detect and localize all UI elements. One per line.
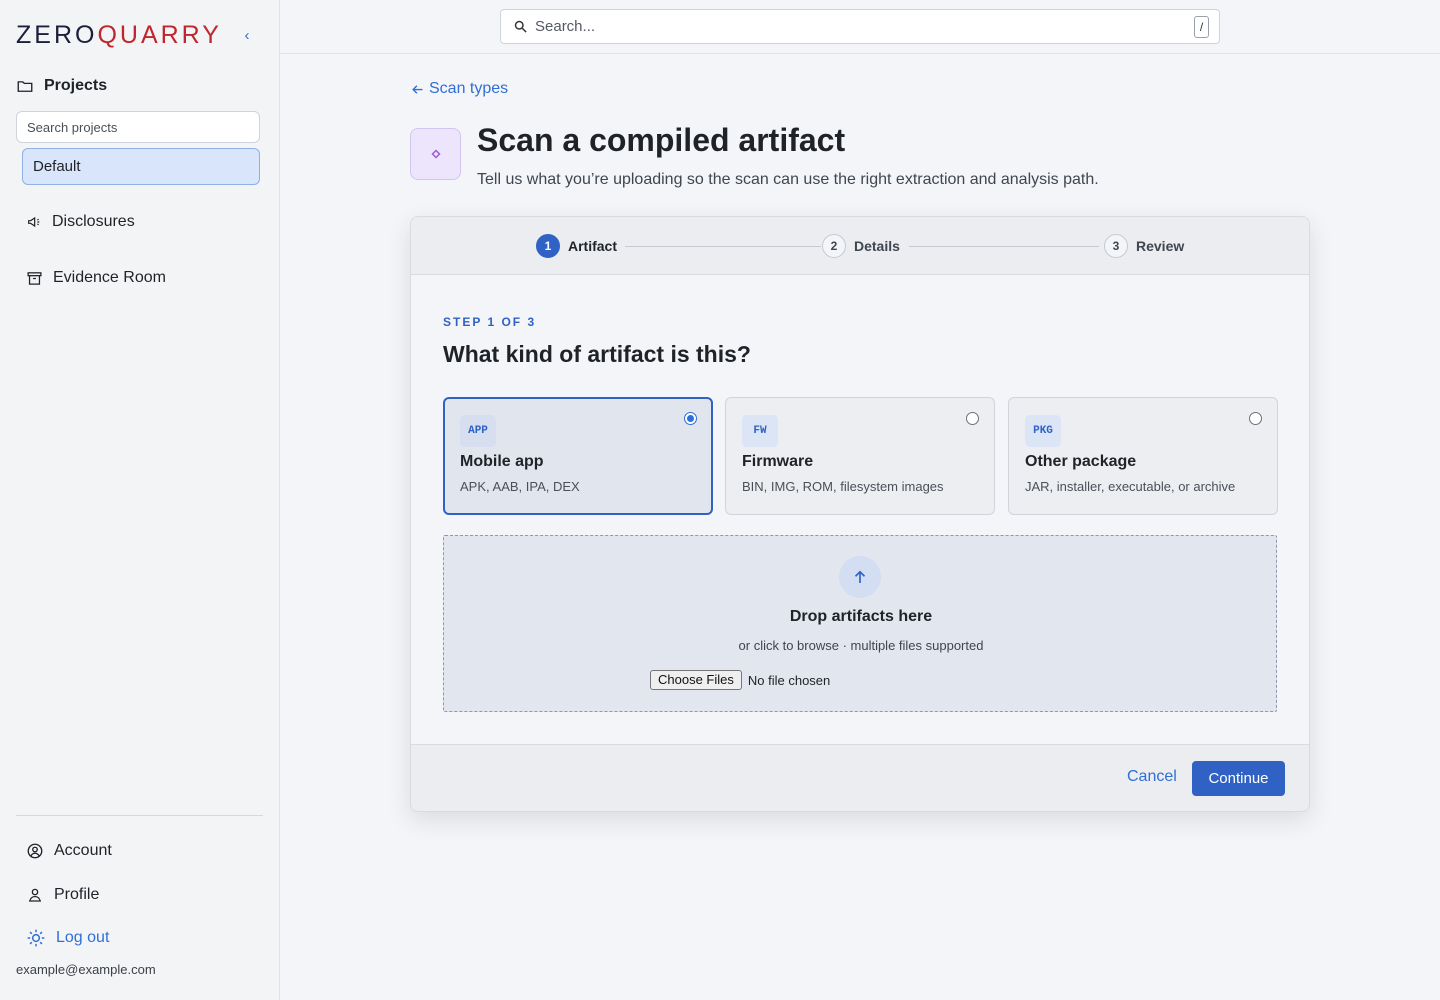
projects-title: Projects (44, 77, 108, 94)
scan-wizard-card: 1 Artifact 2 Details 3 Review STEP 1 OF … (410, 216, 1310, 812)
step-label: Details (854, 238, 900, 254)
dropzone-subtitle: or click to browse · multiple files supp… (738, 638, 984, 653)
archive-icon (27, 271, 42, 285)
topbar: / (280, 0, 1440, 54)
option-radio[interactable] (684, 412, 697, 425)
step-review: 3 Review (1104, 234, 1184, 258)
wizard-footer: Cancel Continue (411, 744, 1309, 811)
upload-icon (839, 556, 881, 598)
sidebar-item-label: Evidence Room (53, 269, 166, 286)
option-description: APK, AAB, IPA, DEX (460, 479, 580, 494)
option-badge: PKG (1025, 415, 1061, 447)
sidebar-item-account[interactable]: Account (26, 842, 112, 860)
step-question: What kind of artifact is this? (443, 341, 751, 367)
project-item-label: Default (33, 158, 81, 175)
stepper: 1 Artifact 2 Details 3 Review (411, 217, 1309, 275)
stepper-connector (625, 246, 821, 247)
stepper-connector (909, 246, 1099, 247)
projects-header: Projects (16, 77, 107, 95)
step-artifact: 1 Artifact (536, 234, 617, 258)
sidebar: ZEROQUARRY ‹ Projects Default Disclosure… (0, 0, 280, 1000)
option-description: JAR, installer, executable, or archive (1025, 479, 1236, 494)
sidebar-item-label: Account (54, 842, 112, 859)
brand-quarry: QUARRY (97, 20, 222, 49)
page-subtitle: Tell us what you’re uploading so the sca… (477, 171, 1099, 188)
cancel-button[interactable]: Cancel (1127, 768, 1177, 786)
arrow-left-icon (412, 84, 423, 94)
user-circle-icon (27, 843, 43, 859)
option-name: Mobile app (460, 453, 544, 470)
back-link-label: Scan types (429, 80, 509, 97)
logout-label: Log out (56, 929, 110, 946)
continue-button[interactable]: Continue (1192, 761, 1285, 796)
brand-zero: ZERO (16, 20, 98, 49)
choose-files-button[interactable]: Choose Files (650, 670, 742, 690)
logout-button[interactable]: Log out (26, 928, 109, 948)
user-icon (28, 888, 42, 902)
back-to-scan-types-link[interactable]: Scan types (410, 80, 508, 98)
file-input: Choose Files No file chosen (650, 670, 830, 690)
step-number: 1 (536, 234, 560, 258)
file-dropzone[interactable]: Drop artifacts here or click to browse ·… (443, 535, 1277, 712)
sidebar-divider (16, 815, 263, 816)
step-number: 2 (822, 234, 846, 258)
option-other-package[interactable]: PKG Other package JAR, installer, execut… (1008, 397, 1278, 515)
sidebar-item-label: Disclosures (52, 213, 135, 230)
step-eyebrow: STEP 1 OF 3 (443, 315, 537, 329)
option-radio[interactable] (1249, 412, 1262, 425)
step-details: 2 Details (822, 234, 900, 258)
project-item-default[interactable]: Default (22, 148, 260, 185)
option-badge: FW (742, 415, 778, 447)
dropzone-title: Drop artifacts here (789, 608, 933, 625)
no-file-label: No file chosen (747, 672, 831, 688)
brand-logo[interactable]: ZEROQUARRY (16, 18, 222, 52)
collapse-sidebar-button[interactable]: ‹ (239, 27, 255, 45)
option-radio[interactable] (966, 412, 979, 425)
search-shortcut-key: / (1194, 16, 1209, 38)
page-title: Scan a compiled artifact (477, 122, 846, 158)
artifact-icon (410, 128, 461, 180)
step-number: 3 (1104, 234, 1128, 258)
sun-icon (27, 929, 45, 947)
option-badge: APP (460, 415, 496, 447)
sidebar-item-profile[interactable]: Profile (26, 886, 99, 904)
option-mobile-app[interactable]: APP Mobile app APK, AAB, IPA, DEX (443, 397, 713, 515)
option-description: BIN, IMG, ROM, filesystem images (742, 479, 944, 494)
sidebar-item-disclosures[interactable]: Disclosures (26, 213, 135, 231)
option-name: Other package (1025, 453, 1137, 470)
global-search-input[interactable] (535, 10, 1175, 43)
sidebar-item-label: Profile (54, 886, 100, 903)
diamond-icon (430, 149, 441, 159)
megaphone-icon (28, 216, 40, 228)
sidebar-item-evidence-room[interactable]: Evidence Room (26, 269, 166, 287)
step-label: Review (1136, 238, 1185, 254)
user-email: example@example.com (16, 962, 156, 977)
step-label: Artifact (568, 238, 618, 254)
search-icon (514, 20, 527, 33)
folder-icon (17, 81, 33, 92)
global-search[interactable]: / (500, 9, 1220, 44)
option-firmware[interactable]: FW Firmware BIN, IMG, ROM, filesystem im… (725, 397, 995, 515)
project-search-input[interactable] (16, 111, 260, 143)
option-name: Firmware (742, 453, 814, 470)
